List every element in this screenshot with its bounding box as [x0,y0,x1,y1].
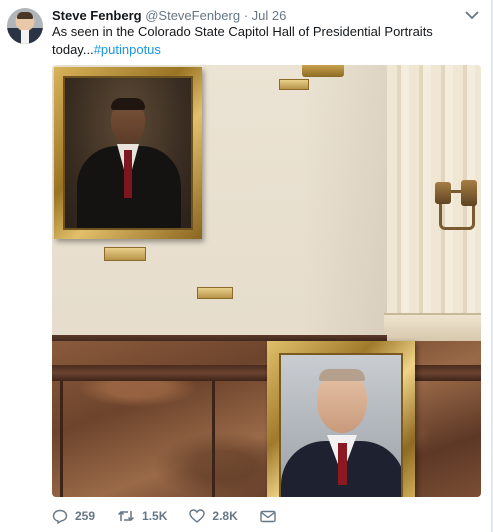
tweet-timestamp[interactable]: Jul 26 [252,8,287,23]
hashtag-link[interactable]: #putinpotus [94,42,161,57]
tweet-photo[interactable] [52,65,481,497]
portrait-frame-lower [267,341,415,497]
author-name[interactable]: Steve Fenberg [52,8,142,23]
retweet-icon [118,510,135,522]
reply-count: 259 [75,509,96,523]
like-button[interactable]: 2.8K [189,509,238,523]
chevron-down-icon[interactable] [465,10,479,20]
like-count: 2.8K [212,509,238,523]
retweet-count: 1.5K [142,509,168,523]
name-plaque [197,287,233,299]
heart-icon [189,509,206,523]
direct-message-button[interactable] [260,510,283,523]
reply-icon [52,509,68,524]
name-plaque [104,247,146,261]
portrait-frame-upper [54,67,202,239]
author-handle[interactable]: @SteveFenberg [145,8,240,23]
envelope-icon [260,510,276,522]
tweet-actions: 259 1.5K 2.8K [52,507,305,525]
wall-sconce [435,180,479,250]
reply-button[interactable]: 259 [52,509,95,524]
tweet-header: Steve Fenberg @SteveFenberg · Jul 26 [52,8,286,24]
name-plaque [279,79,309,90]
partial-frame [302,65,344,77]
avatar[interactable] [7,8,43,44]
pillar-base [384,313,481,341]
separator: · [243,8,249,23]
tweet-card[interactable]: Steve Fenberg @SteveFenberg · Jul 26 As … [0,0,493,532]
tweet-text: As seen in the Colorado State Capitol Ha… [52,23,472,59]
retweet-button[interactable]: 1.5K [117,509,167,523]
